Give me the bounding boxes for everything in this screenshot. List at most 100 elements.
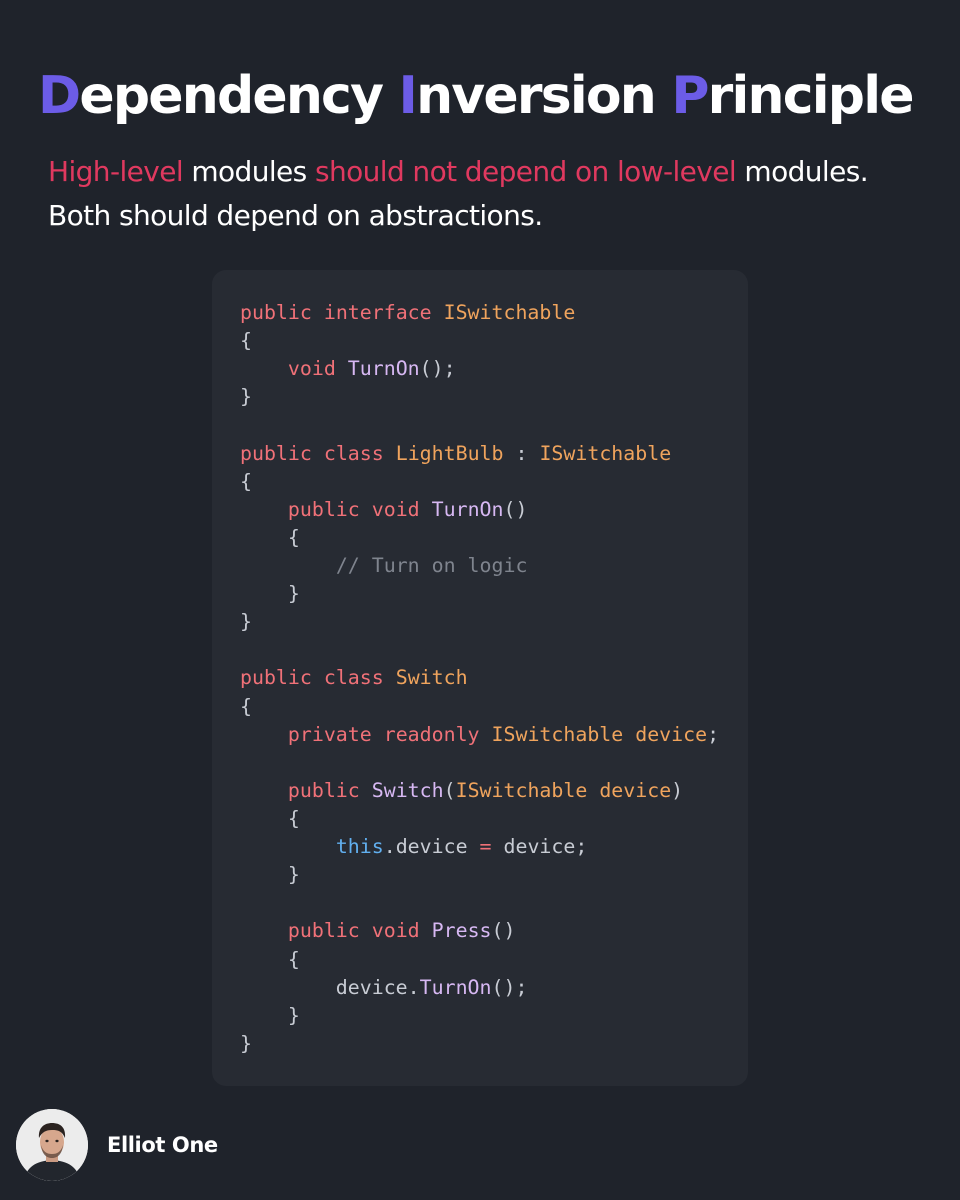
code-keyword: public xyxy=(240,666,312,690)
code-text: } xyxy=(240,863,300,887)
code-function: Press xyxy=(431,919,492,943)
code-type: device xyxy=(599,778,672,802)
code-type: ISwitchable xyxy=(539,441,672,465)
code-line: device.TurnOn(); xyxy=(240,974,719,1002)
code-text: } xyxy=(240,1031,252,1055)
code-text: ( xyxy=(443,778,456,802)
principle-definition: High-level modules should not depend on … xyxy=(48,150,938,238)
highlight-high-level: High-level xyxy=(48,155,184,188)
code-function: TurnOn xyxy=(347,357,420,381)
code-keyword: class xyxy=(323,666,384,690)
code-text: { xyxy=(240,525,300,549)
definition-text: modules. xyxy=(736,155,869,188)
title-initial-i: I xyxy=(398,66,418,126)
definition-text: modules xyxy=(183,155,315,188)
code-keyword: public xyxy=(287,919,360,943)
code-line: } xyxy=(240,1030,719,1058)
highlight-should-not-depend: should not depend on low-level xyxy=(314,155,737,188)
code-text: device. xyxy=(240,975,420,999)
code-line: public class LightBulb : ISwitchable xyxy=(240,440,719,468)
person-avatar-icon xyxy=(16,1109,88,1181)
code-text: (); xyxy=(491,975,528,999)
code-line: { xyxy=(240,805,719,833)
code-text: ) xyxy=(671,778,684,802)
code-type: Switch xyxy=(395,666,468,690)
code-keyword: private xyxy=(287,722,372,746)
code-line: this.device = device; xyxy=(240,833,719,861)
code-function: Switch xyxy=(371,778,444,802)
code-line: { xyxy=(240,327,719,355)
title-word-dependency: Dependency xyxy=(38,66,399,126)
code-keyword: public xyxy=(287,497,360,521)
code-text: } xyxy=(240,1003,300,1027)
code-function: TurnOn xyxy=(431,497,504,521)
code-function: TurnOn xyxy=(419,975,492,999)
code-block: public interface ISwitchable{ void TurnO… xyxy=(212,270,748,1086)
code-text: } xyxy=(240,385,252,409)
code-line: void TurnOn(); xyxy=(240,355,719,383)
title-word-principle: Principle xyxy=(671,66,914,126)
code-keyword: void xyxy=(371,919,420,943)
code-line: { xyxy=(240,946,719,974)
code-line: public void Press() xyxy=(240,917,719,945)
code-keyword: public xyxy=(240,301,312,324)
code-line: public class Switch xyxy=(240,664,719,692)
code-type: ISwitchable xyxy=(491,722,624,746)
code-text: .device xyxy=(383,835,480,859)
code-text: { xyxy=(240,694,252,718)
code-text: ; xyxy=(707,722,720,746)
code-line: { xyxy=(240,693,719,721)
code-text: } xyxy=(240,582,300,606)
code-keyword: void xyxy=(287,357,336,381)
code-type: LightBulb xyxy=(395,441,504,465)
definition-line-2: Both should depend on abstractions. xyxy=(48,199,543,232)
code-text: : xyxy=(503,441,540,465)
code-listing: public interface ISwitchable{ void TurnO… xyxy=(240,299,719,1058)
code-keyword: public xyxy=(240,441,312,465)
code-type: ISwitchable xyxy=(455,778,588,802)
code-type: device xyxy=(635,722,708,746)
author-name: Elliot One xyxy=(107,1133,218,1157)
code-comment: // Turn on logic xyxy=(335,553,528,577)
code-text: () xyxy=(491,919,516,943)
code-text: () xyxy=(503,497,528,521)
code-line: // Turn on logic xyxy=(240,552,719,580)
code-line: public void TurnOn() xyxy=(240,496,719,524)
code-text: device; xyxy=(491,835,588,859)
code-line: { xyxy=(240,524,719,552)
code-this-keyword: this xyxy=(335,835,384,859)
title-initial-d: D xyxy=(38,66,81,126)
code-line: } xyxy=(240,608,719,636)
code-keyword: void xyxy=(371,497,420,521)
code-line: private readonly ISwitchable device; xyxy=(240,721,719,749)
code-text: { xyxy=(240,329,252,353)
title-word-inversion: Inversion xyxy=(398,66,672,126)
code-text: { xyxy=(240,469,252,493)
author-avatar-icon xyxy=(16,1109,88,1181)
